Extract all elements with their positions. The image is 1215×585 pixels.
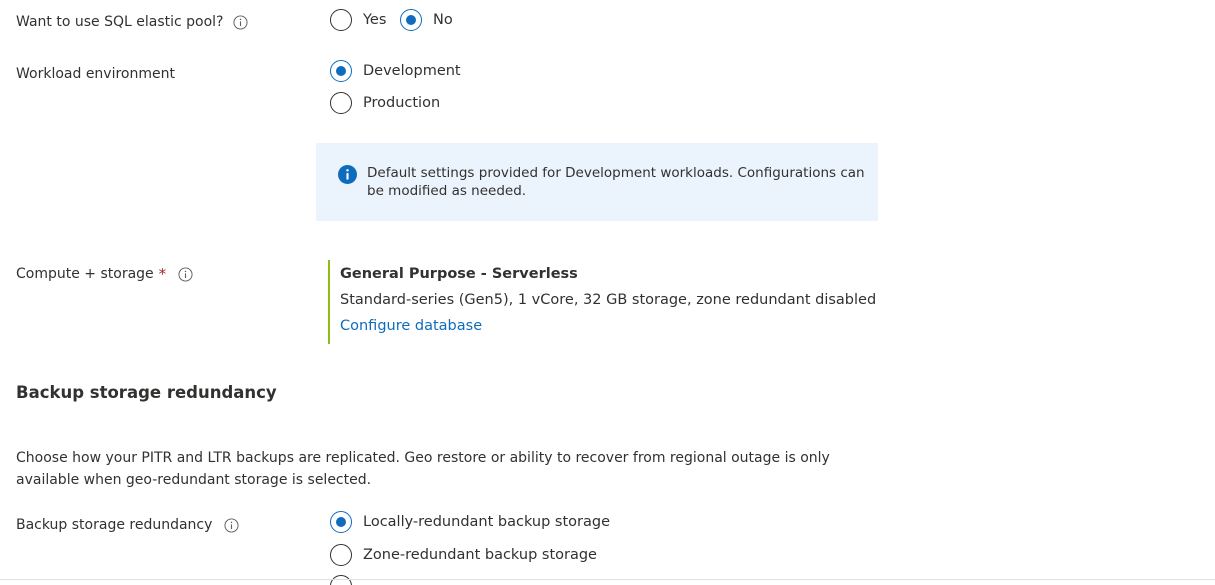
workload-production-radio[interactable]: Production [330, 92, 440, 114]
workload-label-row: Workload environment [16, 66, 175, 82]
radio-circle-selected[interactable] [330, 511, 352, 533]
info-icon[interactable] [233, 14, 249, 30]
radio-label: Locally-redundant backup storage [363, 514, 610, 530]
backup-label-row: Backup storage redundancy [16, 517, 239, 533]
backup-zone-redundant-radio[interactable]: Zone-redundant backup storage [330, 544, 597, 566]
radio-circle-selected[interactable] [400, 9, 422, 31]
radio-circle-partial[interactable] [330, 575, 352, 585]
backup-section-description: Choose how your PITR and LTR backups are… [16, 450, 830, 488]
elastic-pool-label-row: Want to use SQL elastic pool? [16, 14, 249, 30]
radio-circle[interactable] [330, 544, 352, 566]
compute-tier-title: General Purpose - Serverless [340, 266, 578, 282]
info-banner-text: Default settings provided for Developmen… [367, 165, 865, 199]
radio-circle[interactable] [330, 9, 352, 31]
backup-label: Backup storage redundancy [16, 517, 213, 533]
configure-database-link[interactable]: Configure database [340, 317, 482, 335]
radio-label: Yes [363, 12, 387, 28]
radio-label: Development [363, 63, 461, 79]
info-icon[interactable] [224, 517, 239, 533]
compute-tier-description: Standard-series (Gen5), 1 vCore, 32 GB s… [340, 292, 877, 308]
elastic-pool-label: Want to use SQL elastic pool? [16, 14, 224, 30]
workload-development-radio[interactable]: Development [330, 60, 461, 82]
info-filled-icon [338, 165, 357, 184]
elastic-pool-no-radio[interactable]: No [400, 9, 453, 31]
radio-circle-selected[interactable] [330, 60, 352, 82]
radio-circle[interactable] [330, 92, 352, 114]
radio-label: Zone-redundant backup storage [363, 547, 597, 563]
workload-info-banner: Default settings provided for Developmen… [316, 143, 878, 221]
divider [0, 579, 1215, 580]
elastic-pool-yes-radio[interactable]: Yes [330, 9, 386, 31]
info-icon[interactable] [178, 266, 193, 282]
backup-section-title: Backup storage redundancy [16, 383, 277, 402]
radio-label: Production [363, 95, 441, 111]
workload-label: Workload environment [16, 66, 175, 82]
compute-label: Compute + storage [16, 266, 154, 282]
radio-label: No [433, 12, 453, 28]
compute-label-row: Compute + storage * [16, 266, 193, 282]
backup-locally-redundant-radio[interactable]: Locally-redundant backup storage [330, 511, 610, 533]
compute-summary-card: General Purpose - Serverless Standard-se… [328, 260, 876, 344]
required-asterisk: * [158, 264, 167, 283]
